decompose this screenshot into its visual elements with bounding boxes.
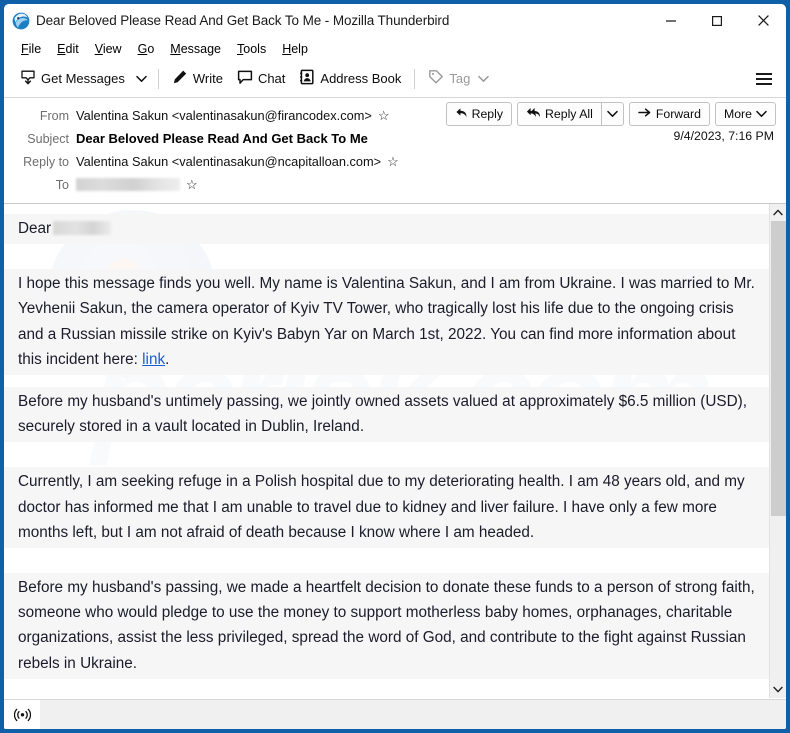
menu-bar: File Edit View Go Message Tools Help xyxy=(4,37,786,60)
close-icon[interactable] xyxy=(740,4,786,37)
reply-to-star-icon[interactable]: ☆ xyxy=(387,155,399,168)
thunderbird-window: Dear Beloved Please Read And Get Back To… xyxy=(0,0,790,733)
toolbar-separator xyxy=(157,68,159,89)
body-spacer-1 xyxy=(4,244,769,269)
paragraph-1-text: I hope this message finds you well. My n… xyxy=(18,275,755,368)
header-row-to: To ☆ xyxy=(4,173,786,196)
reply-all-group: Reply All xyxy=(517,102,624,126)
reply-to-address[interactable]: Valentina Sakun <valentinasakun@ncapital… xyxy=(76,154,381,169)
get-messages-dropdown[interactable] xyxy=(132,65,152,93)
menu-item-tools[interactable]: Tools xyxy=(229,40,274,58)
minimize-icon[interactable] xyxy=(648,4,694,37)
get-messages-button[interactable]: Get Messages xyxy=(13,65,132,93)
to-address-redacted[interactable] xyxy=(76,178,180,191)
write-button[interactable]: Write xyxy=(165,65,230,93)
body-paragraph-3: Currently, I am seeking refuge in a Poli… xyxy=(4,467,769,549)
more-label: More xyxy=(723,107,752,121)
message-actions: Reply Reply All Forward More xyxy=(445,102,776,126)
reply-all-dropdown[interactable] xyxy=(600,102,624,126)
reply-label: Reply xyxy=(471,107,504,121)
from-address[interactable]: Valentina Sakun <valentinasakun@firancod… xyxy=(76,108,372,123)
body-paragraph-2: Before my husband's untimely passing, we… xyxy=(4,387,769,443)
window-inner: Dear Beloved Please Read And Get Back To… xyxy=(4,4,786,729)
reply-all-button[interactable]: Reply All xyxy=(517,102,601,126)
body-paragraph-1: I hope this message finds you well. My n… xyxy=(4,269,769,376)
reply-all-arrow-icon xyxy=(526,107,541,122)
tag-chevron-down-icon[interactable] xyxy=(478,71,490,86)
body-spacer-3 xyxy=(4,442,769,467)
body-spacer-2 xyxy=(4,375,769,387)
window-controls xyxy=(648,4,786,37)
maximize-icon[interactable] xyxy=(694,4,740,37)
from-value-wrap: Valentina Sakun <valentinasakun@firancod… xyxy=(76,108,390,123)
subject-value: Dear Beloved Please Read And Get Back To… xyxy=(76,131,368,146)
menu-item-view[interactable]: View xyxy=(87,40,130,58)
chat-bubble-icon xyxy=(237,69,253,88)
tag-button[interactable]: Tag xyxy=(421,65,496,93)
message-header-pane: Reply Reply All Forward More 9/4/2023, 7… xyxy=(4,98,786,204)
reply-to-label: Reply to xyxy=(23,154,69,169)
greeting-name-redacted xyxy=(53,221,112,235)
message-body-content: Dear I hope this message finds you well.… xyxy=(4,204,769,679)
to-label: To xyxy=(55,177,69,192)
get-messages-icon xyxy=(20,69,36,88)
menu-item-go[interactable]: Go xyxy=(130,40,163,58)
incident-link[interactable]: link xyxy=(142,351,165,368)
reply-to-value-wrap: Valentina Sakun <valentinasakun@ncapital… xyxy=(76,154,399,169)
thunderbird-icon xyxy=(12,12,30,30)
window-title: Dear Beloved Please Read And Get Back To… xyxy=(36,13,450,28)
hamburger-menu-icon[interactable] xyxy=(752,67,776,91)
status-bar xyxy=(4,699,786,729)
address-book-label: Address Book xyxy=(320,71,402,86)
menu-item-file[interactable]: File xyxy=(13,40,49,58)
chat-label: Chat xyxy=(257,71,286,86)
get-messages-label: Get Messages xyxy=(41,71,125,86)
body-spacer-4 xyxy=(4,548,769,573)
scroll-up-chevron-up-icon[interactable] xyxy=(770,204,786,221)
body-scrollbar[interactable] xyxy=(769,204,786,698)
from-label: From xyxy=(39,108,69,123)
paragraph-1-trailing: . xyxy=(165,350,170,368)
body-greeting: Dear xyxy=(4,214,769,245)
address-book-icon xyxy=(299,69,315,88)
more-button[interactable]: More xyxy=(714,102,776,126)
menu-item-message[interactable]: Message xyxy=(162,40,229,58)
reply-all-label: Reply All xyxy=(545,107,593,121)
message-body-pane: pcrisk.com Dear I hope this message find… xyxy=(4,204,786,698)
online-status-icon[interactable] xyxy=(4,700,40,729)
to-star-icon[interactable]: ☆ xyxy=(186,178,198,191)
chat-button[interactable]: Chat xyxy=(230,65,292,93)
menu-item-edit[interactable]: Edit xyxy=(49,40,87,58)
forward-arrow-icon xyxy=(638,107,652,121)
menu-item-help[interactable]: Help xyxy=(274,40,316,58)
message-body-scroll-area[interactable]: pcrisk.com Dear I hope this message find… xyxy=(4,204,769,698)
title-bar[interactable]: Dear Beloved Please Read And Get Back To… xyxy=(4,4,786,37)
subject-label: Subject xyxy=(27,131,69,146)
forward-label: Forward xyxy=(655,107,701,121)
tag-label: Tag xyxy=(449,71,471,86)
message-date: 9/4/2023, 7:16 PM xyxy=(673,129,775,143)
address-book-button[interactable]: Address Book xyxy=(292,65,408,93)
scrollbar-thumb[interactable] xyxy=(771,221,786,516)
forward-button[interactable]: Forward xyxy=(628,102,710,126)
header-row-reply-to: Reply to Valentina Sakun <valentinasakun… xyxy=(4,150,786,173)
from-star-icon[interactable]: ☆ xyxy=(378,109,390,122)
main-toolbar: Get Messages Write Chat Address Book Tag xyxy=(4,60,786,98)
reply-arrow-icon xyxy=(455,107,468,122)
to-value-wrap: ☆ xyxy=(76,178,198,191)
greeting-text: Dear xyxy=(18,220,52,237)
body-paragraph-4: Before my husband's passing, we made a h… xyxy=(4,573,769,679)
tag-icon xyxy=(428,69,444,88)
write-label: Write xyxy=(192,71,223,86)
reply-button[interactable]: Reply xyxy=(445,102,513,126)
scroll-down-chevron-down-icon[interactable] xyxy=(770,681,786,698)
toolbar-separator-2 xyxy=(414,68,416,89)
header-row-subject: Subject Dear Beloved Please Read And Get… xyxy=(4,127,786,150)
pencil-icon xyxy=(172,69,188,88)
more-chevron-down-icon xyxy=(756,107,767,121)
